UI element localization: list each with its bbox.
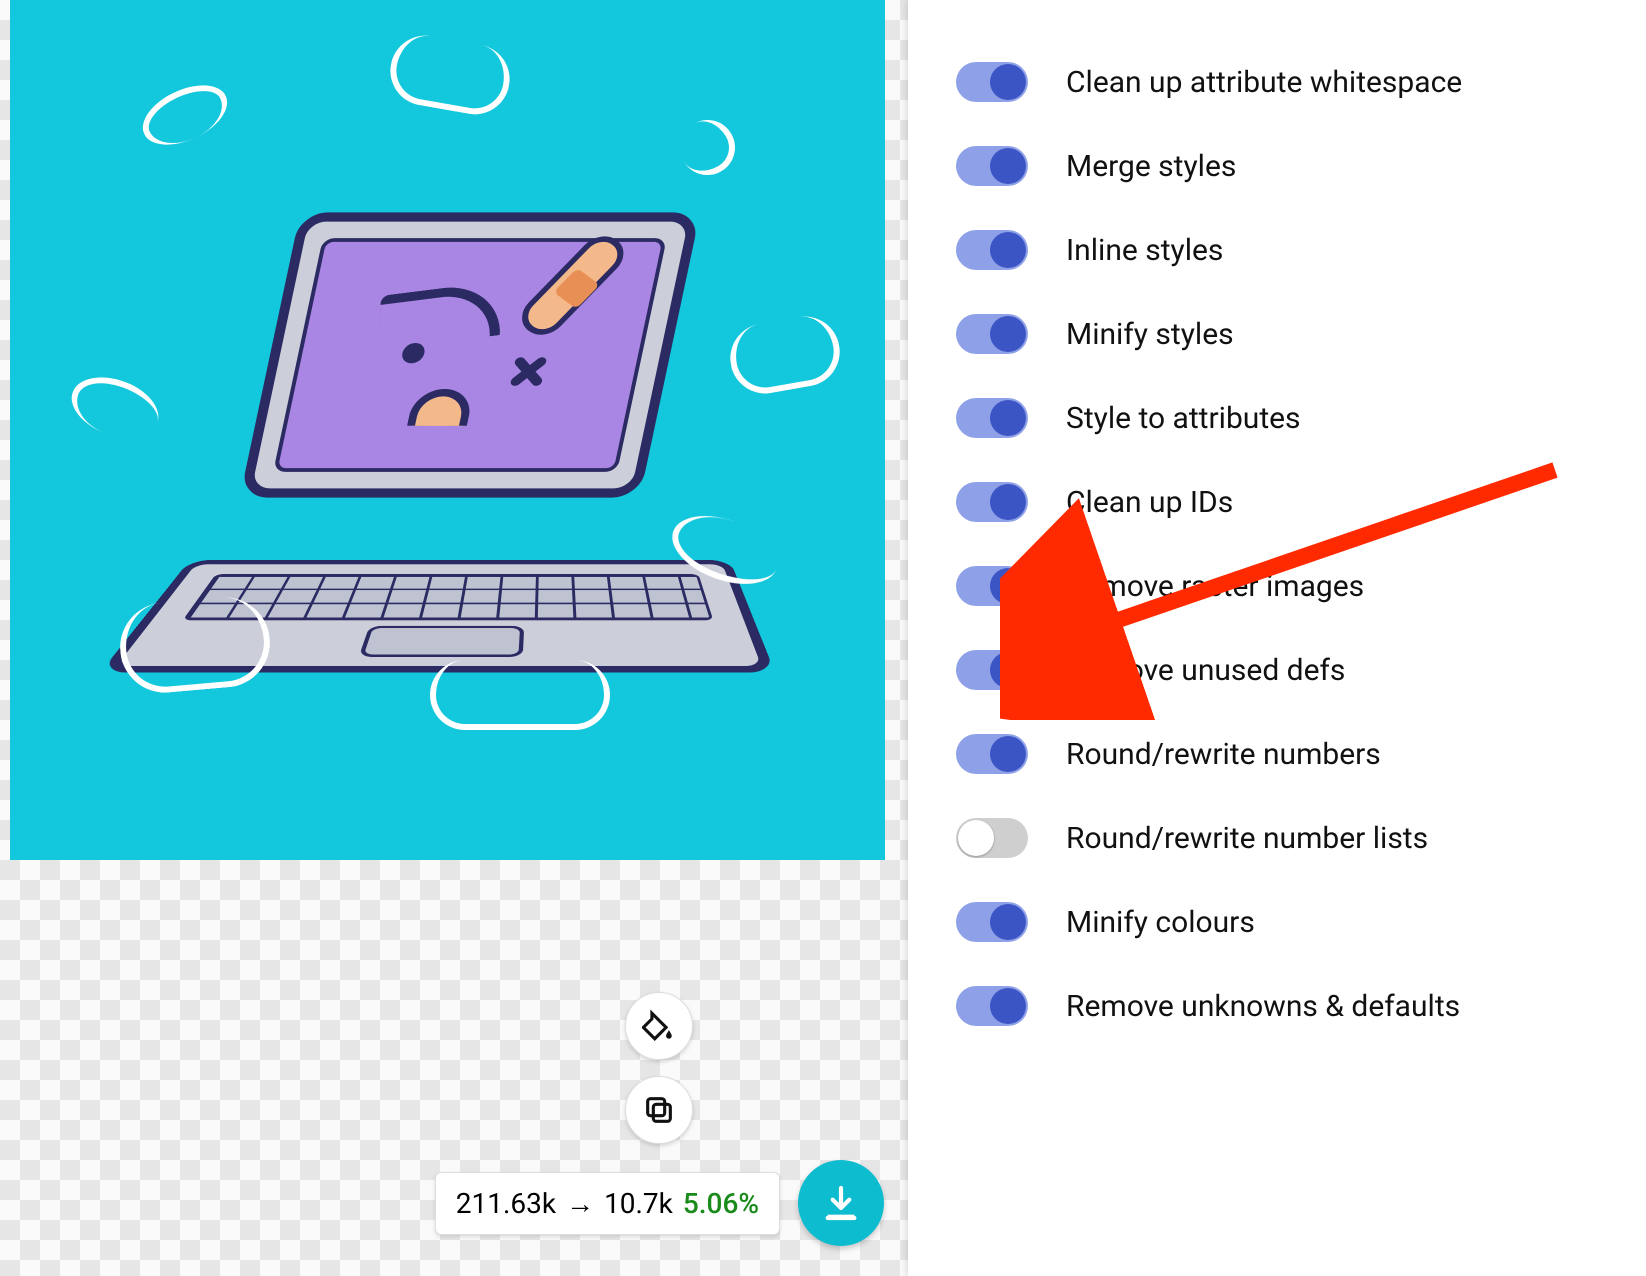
- toggle-knob: [990, 904, 1026, 940]
- toggle-knob: [990, 148, 1026, 184]
- file-size-stats: 211.63k → 10.7k 5.06%: [435, 1172, 780, 1235]
- toggle-style-to-attrs[interactable]: [956, 398, 1028, 438]
- toggle-clean-ids[interactable]: [956, 482, 1028, 522]
- download-icon: [821, 1183, 861, 1223]
- option-label-clean-ids: Clean up IDs: [1066, 485, 1233, 520]
- toggle-round-number-lists[interactable]: [956, 818, 1028, 858]
- option-row-clean-ids: Clean up IDs: [956, 460, 1606, 544]
- toggle-knob: [990, 652, 1026, 688]
- option-label-remove-unknowns: Remove unknowns & defaults: [1066, 989, 1460, 1024]
- size-after: 10.7k: [604, 1187, 673, 1220]
- copy-svg-button[interactable]: [625, 1076, 693, 1144]
- toggle-clean-attr-ws[interactable]: [956, 62, 1028, 102]
- toggle-knob: [990, 484, 1026, 520]
- bandaid-icon: [513, 228, 633, 342]
- toggle-knob: [990, 400, 1026, 436]
- option-label-inline-styles: Inline styles: [1066, 233, 1223, 268]
- download-button[interactable]: [798, 1160, 884, 1246]
- option-row-clean-attr-ws: Clean up attribute whitespace: [956, 40, 1606, 124]
- fill-background-button[interactable]: [625, 992, 693, 1060]
- size-percent: 5.06%: [683, 1187, 759, 1220]
- option-row-remove-raster: Remove raster images: [956, 544, 1606, 628]
- toggle-knob: [990, 316, 1026, 352]
- svg-preview[interactable]: [10, 0, 885, 860]
- arrow-glyph: →: [566, 1187, 594, 1220]
- option-label-round-numbers: Round/rewrite numbers: [1066, 737, 1381, 772]
- option-label-remove-unused-defs: Remove unused defs: [1066, 653, 1345, 688]
- toggle-knob: [958, 820, 994, 856]
- option-row-style-to-attrs: Style to attributes: [956, 376, 1606, 460]
- copy-icon: [642, 1093, 676, 1127]
- toggle-knob: [990, 568, 1026, 604]
- toggle-remove-unknowns[interactable]: [956, 986, 1028, 1026]
- option-row-minify-colours: Minify colours: [956, 880, 1606, 964]
- toggle-inline-styles[interactable]: [956, 230, 1028, 270]
- toggle-knob: [990, 64, 1026, 100]
- option-label-round-number-lists: Round/rewrite number lists: [1066, 821, 1428, 856]
- option-label-minify-styles: Minify styles: [1066, 317, 1234, 352]
- option-row-minify-styles: Minify styles: [956, 292, 1606, 376]
- options-list: Clean up attribute whitespace Merge style…: [956, 40, 1606, 1048]
- option-label-clean-attr-ws: Clean up attribute whitespace: [1066, 65, 1462, 100]
- paint-bucket-icon: [642, 1009, 676, 1043]
- toggle-knob: [990, 988, 1026, 1024]
- option-row-inline-styles: Inline styles: [956, 208, 1606, 292]
- option-row-merge-styles: Merge styles: [956, 124, 1606, 208]
- preview-pane: 211.63k → 10.7k 5.06%: [0, 0, 908, 1276]
- size-before: 211.63k: [456, 1187, 556, 1220]
- option-row-round-number-lists: Round/rewrite number lists: [956, 796, 1606, 880]
- option-label-remove-raster: Remove raster images: [1066, 569, 1364, 604]
- toggle-minify-colours[interactable]: [956, 902, 1028, 942]
- toggle-minify-styles[interactable]: [956, 314, 1028, 354]
- toggle-remove-raster[interactable]: [956, 566, 1028, 606]
- toggle-knob: [990, 232, 1026, 268]
- option-label-merge-styles: Merge styles: [1066, 149, 1236, 184]
- toggle-remove-unused-defs[interactable]: [956, 650, 1028, 690]
- preview-actions: 211.63k → 10.7k 5.06%: [435, 992, 884, 1246]
- toggle-knob: [990, 736, 1026, 772]
- toggle-merge-styles[interactable]: [956, 146, 1028, 186]
- option-row-round-numbers: Round/rewrite numbers: [956, 712, 1606, 796]
- option-label-minify-colours: Minify colours: [1066, 905, 1255, 940]
- option-row-remove-unknowns: Remove unknowns & defaults: [956, 964, 1606, 1048]
- option-row-remove-unused-defs: Remove unused defs: [956, 628, 1606, 712]
- settings-panel[interactable]: Clean up attribute whitespace Merge style…: [908, 0, 1646, 1276]
- toggle-round-numbers[interactable]: [956, 734, 1028, 774]
- option-label-style-to-attrs: Style to attributes: [1066, 401, 1301, 436]
